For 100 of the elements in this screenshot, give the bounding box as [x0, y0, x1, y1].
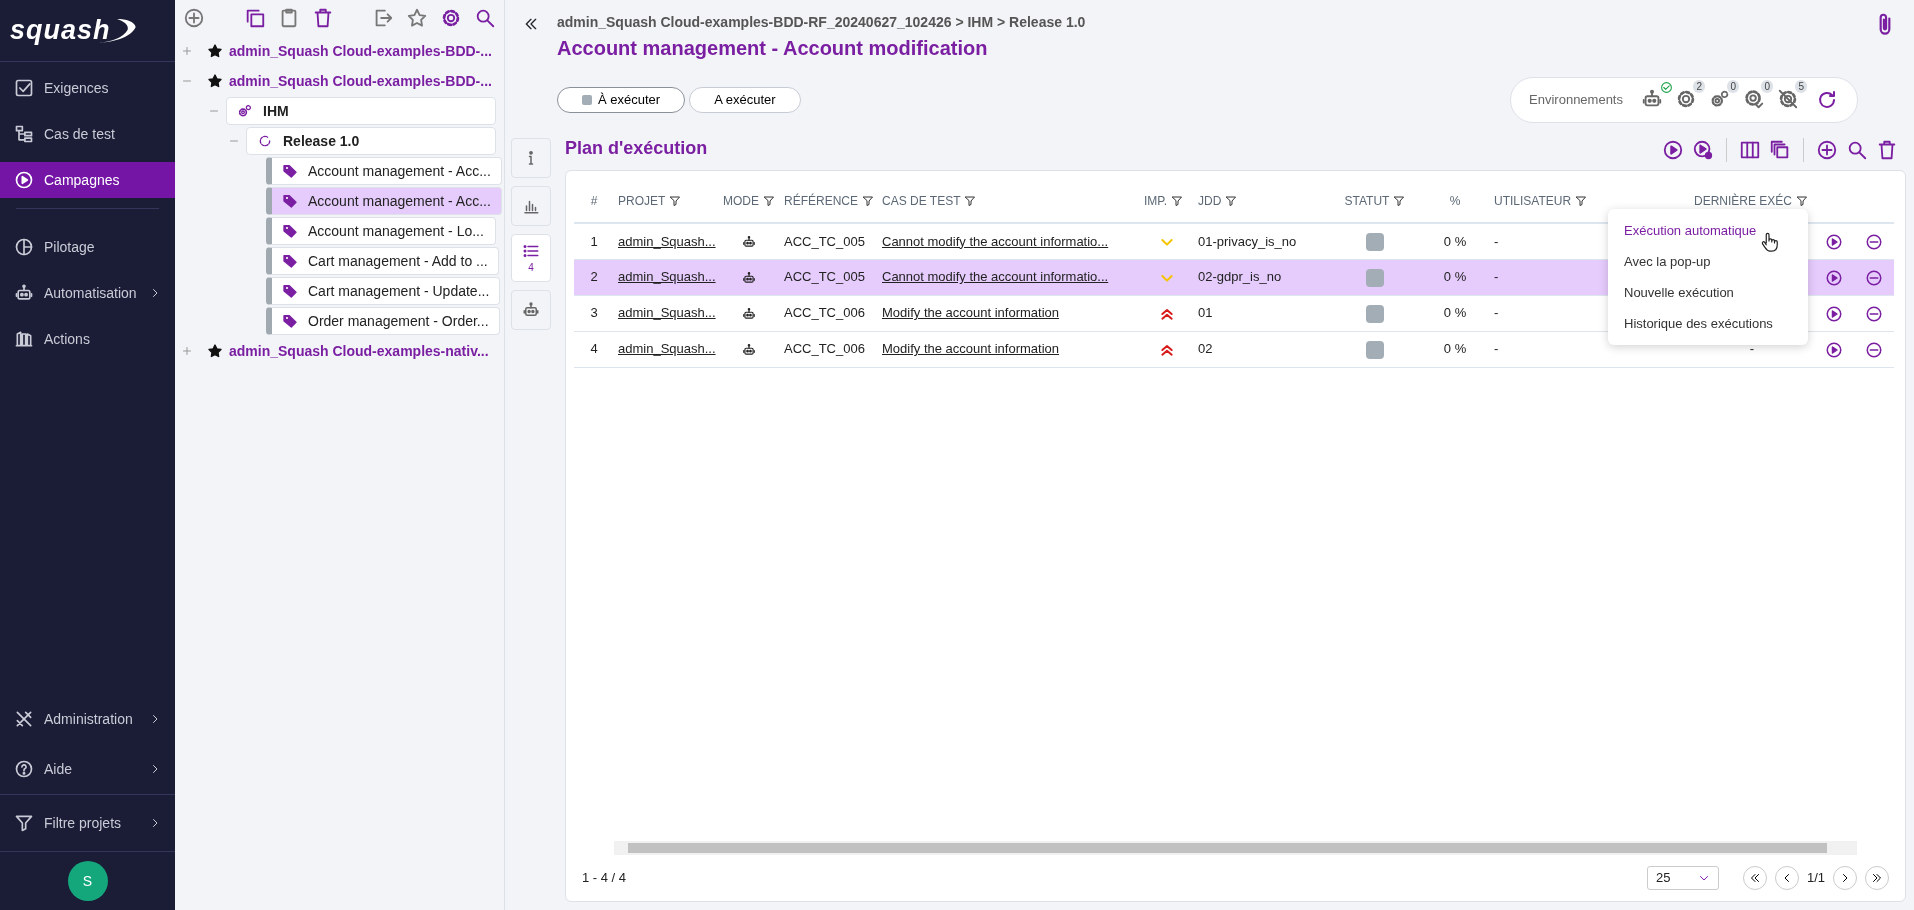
- status-pill[interactable]: A exécuter: [689, 87, 801, 113]
- project-link[interactable]: admin_Squash Cloud-examples-BDD-...: [229, 70, 492, 92]
- nav-item[interactable]: Automatisation: [0, 275, 175, 311]
- checkbox-icon: [14, 78, 34, 98]
- nav-item[interactable]: Pilotage: [0, 229, 175, 265]
- nav-item[interactable]: Aide: [0, 744, 175, 794]
- search-button[interactable]: [1846, 139, 1868, 161]
- run-button[interactable]: [1825, 233, 1843, 252]
- robot-icon: [742, 306, 756, 321]
- filter-icon[interactable]: [1796, 194, 1809, 207]
- remove-icon: [1865, 268, 1883, 287]
- nav-item[interactable]: Administration: [0, 694, 175, 744]
- add-button[interactable]: [1816, 139, 1838, 161]
- side-tab[interactable]: [511, 138, 551, 178]
- select-button[interactable]: [1769, 139, 1791, 161]
- side-tab[interactable]: 4: [511, 234, 551, 282]
- run-button[interactable]: [1825, 340, 1843, 359]
- filter-icon[interactable]: [669, 194, 682, 207]
- tag-icon: [282, 283, 298, 299]
- nav-item[interactable]: Campagnes: [0, 162, 175, 198]
- search-button[interactable]: [474, 7, 496, 29]
- filter-icon: [14, 813, 34, 833]
- table-cell: -: [1494, 305, 1499, 321]
- filter-icon[interactable]: [862, 194, 874, 207]
- filter-icon[interactable]: [1225, 194, 1238, 207]
- tree-node[interactable]: Cart management - Update...: [266, 277, 501, 305]
- run-button[interactable]: [1825, 304, 1843, 323]
- run-button[interactable]: [1825, 268, 1843, 287]
- nav-item[interactable]: Cas de test: [0, 116, 175, 152]
- remove-button[interactable]: [1865, 304, 1883, 323]
- project-link[interactable]: admin_Squash...: [618, 233, 716, 249]
- menu-item[interactable]: Exécution automatique: [1608, 215, 1808, 246]
- test-case-link[interactable]: Modify the account information: [882, 305, 1060, 321]
- column-header: %: [1449, 192, 1461, 210]
- filter-icon[interactable]: [1171, 194, 1184, 207]
- filter-icon[interactable]: [763, 194, 775, 207]
- side-tab[interactable]: [511, 186, 551, 226]
- tree-node[interactable]: Account management - Acc...: [266, 187, 502, 215]
- play-gear-icon: [1692, 139, 1714, 161]
- project-link[interactable]: admin_Squash...: [618, 305, 716, 321]
- row-number[interactable]: 4: [574, 331, 614, 367]
- project-link[interactable]: admin_Squash Cloud-examples-BDD-...: [229, 40, 492, 62]
- test-case-link[interactable]: Modify the account information: [882, 341, 1060, 357]
- menu-item[interactable]: Nouvelle exécution: [1608, 277, 1808, 308]
- tree-node[interactable]: Cart management - Add to ...: [266, 247, 499, 275]
- tree-node[interactable]: IHM: [226, 97, 496, 125]
- nav-item[interactable]: Exigences: [0, 70, 175, 106]
- remove-button[interactable]: [1865, 233, 1883, 252]
- add-button[interactable]: [183, 7, 205, 29]
- delete-button[interactable]: [1876, 139, 1898, 161]
- tag-icon: [282, 253, 298, 269]
- last-page-button[interactable]: [1865, 866, 1889, 890]
- double-chevron-right-icon: [1871, 872, 1883, 884]
- tree-node[interactable]: Account management - Lo...: [266, 217, 496, 245]
- tag-icon: [282, 163, 298, 179]
- project-link[interactable]: admin_Squash...: [618, 341, 716, 357]
- add-icon: [1816, 139, 1838, 161]
- menu-item[interactable]: Historique des exécutions: [1608, 308, 1808, 339]
- star-icon: [406, 7, 428, 29]
- columns-button[interactable]: [1739, 139, 1761, 161]
- help-icon: [14, 759, 34, 779]
- row-number[interactable]: 3: [574, 295, 614, 331]
- tree-node[interactable]: Account management - Acc...: [266, 157, 502, 185]
- delete-icon: [1876, 139, 1898, 161]
- settings-button[interactable]: [440, 7, 462, 29]
- robot-icon: [742, 342, 756, 357]
- side-tab[interactable]: [511, 290, 551, 330]
- filter-icon[interactable]: [964, 194, 977, 207]
- status-pill[interactable]: À exécuter: [557, 87, 686, 113]
- menu-item[interactable]: Avec la pop-up: [1608, 246, 1808, 277]
- remove-button[interactable]: [1865, 268, 1883, 287]
- star-button[interactable]: [406, 7, 428, 29]
- filter-icon[interactable]: [1393, 194, 1406, 207]
- nav-item[interactable]: Filtre projets: [0, 795, 175, 851]
- row-number[interactable]: 2: [574, 259, 614, 295]
- remove-button[interactable]: [1865, 340, 1883, 359]
- table-cell: 0 %: [1443, 269, 1467, 285]
- tree-node[interactable]: Release 1.0: [246, 127, 496, 155]
- nav-item[interactable]: Actions: [0, 321, 175, 357]
- count-badge: 0: [1727, 80, 1739, 93]
- page-size-select[interactable]: 25: [1646, 866, 1719, 890]
- robot-icon: [522, 301, 540, 319]
- tree-node[interactable]: Order management - Order...: [266, 307, 500, 335]
- horizontal-scrollbar[interactable]: [614, 841, 1857, 855]
- column-header: RÉFÉRENCE: [784, 192, 858, 210]
- play-icon: [1825, 268, 1843, 287]
- row-number[interactable]: 1: [574, 223, 614, 259]
- run-settings-button[interactable]: [1692, 139, 1714, 161]
- project-link[interactable]: admin_Squash Cloud-examples-nativ...: [229, 340, 489, 362]
- table-cell: 01-privacy_is_no: [1198, 233, 1297, 249]
- test-case-link[interactable]: Cannot modify the account informatio...: [882, 233, 1109, 249]
- first-page-button[interactable]: [1742, 866, 1767, 890]
- collapse-button[interactable]: [523, 16, 539, 32]
- range-label: 1 - 4 / 4: [582, 869, 627, 888]
- tag-icon: [282, 313, 298, 329]
- play-icon: [14, 170, 34, 190]
- play-icon: [1825, 233, 1843, 252]
- run-button[interactable]: [1662, 139, 1684, 161]
- tag-icon: [282, 193, 298, 209]
- filter-icon[interactable]: [1575, 194, 1588, 207]
